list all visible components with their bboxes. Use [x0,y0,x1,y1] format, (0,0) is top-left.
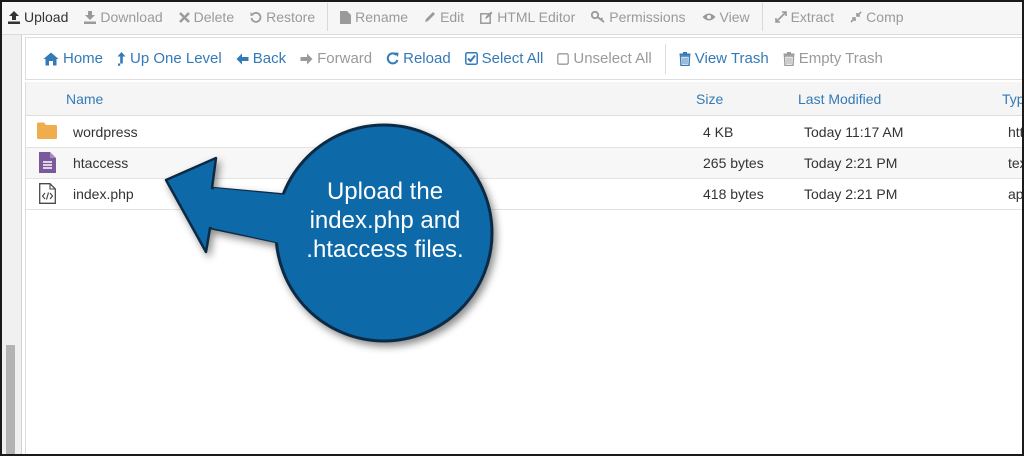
view-label: View [719,9,750,25]
html-editor-button[interactable]: HTML Editor [472,0,583,34]
table-header: Name Size Last Modified Typ [26,82,1024,116]
toolbar-divider [761,3,763,31]
unselect-all-button[interactable]: Unselect All [550,38,658,79]
home-icon [43,52,59,65]
eye-icon [702,13,715,21]
empty-trash-button[interactable]: Empty Trash [776,38,890,79]
table-row[interactable]: index.php 418 bytes Today 2:21 PM ap [26,179,1024,210]
compress-label: Comp [866,9,904,25]
extract-button[interactable]: Extract [767,0,843,34]
reload-button[interactable]: Reload [379,38,458,79]
file-manager-toolbar: Upload Download Delete Restore Rename Ed… [0,0,1024,35]
view-trash-label: View Trash [694,50,769,67]
nav-divider [664,43,666,74]
reload-label: Reload [403,50,451,67]
upload-icon [8,10,20,24]
download-icon [84,10,97,24]
home-label: Home [63,50,104,67]
scrollbar-thumb[interactable] [6,345,15,454]
refresh-icon [386,52,399,65]
file-type: htt [1008,124,1024,140]
file-type: ap [1008,186,1024,202]
file-modified: Today 11:17 AM [804,124,904,140]
empty-trash-label: Empty Trash [798,50,883,67]
arrow-right-icon [300,53,313,64]
file-size: 265 bytes [703,155,764,171]
callout-line-2: index.php and [309,207,461,234]
up-one-level-label: Up One Level [130,50,222,67]
file-size: 418 bytes [703,186,764,202]
column-header-type[interactable]: Typ [1002,91,1024,107]
pencil-icon [425,12,436,22]
edit-label: Edit [440,9,465,25]
html-editor-label: HTML Editor [497,9,576,25]
toolbar-divider [327,3,329,31]
download-label: Download [100,9,163,25]
permissions-label: Permissions [609,9,686,25]
file-type: tex [1008,155,1024,171]
trash-icon [783,51,795,66]
file-size: 4 KB [703,124,734,140]
restore-icon [250,12,262,23]
file-navigation-bar: Home Up One Level Back Forward Reload Se… [25,37,1024,80]
forward-label: Forward [317,50,373,67]
key-icon [591,11,605,23]
permissions-button[interactable]: Permissions [583,0,693,34]
view-button[interactable]: View [694,0,758,34]
restore-button[interactable]: Restore [242,0,323,34]
callout-line-1: Upload the [326,178,444,205]
compress-icon [850,11,862,23]
unselect-all-label: Unselect All [573,50,652,67]
delete-label: Delete [193,9,235,25]
level-up-icon [117,51,126,66]
file-modified: Today 2:21 PM [804,155,898,171]
callout-text: Upload the index.php and .htaccess files… [284,177,486,264]
file-name[interactable]: htaccess [73,155,128,171]
back-button[interactable]: Back [229,38,293,79]
checkbox-checked-icon [464,52,478,65]
code-file-icon [39,183,56,204]
folder-icon [37,122,57,139]
view-trash-button[interactable]: View Trash [672,38,776,79]
restore-label: Restore [266,9,316,25]
checkbox-empty-icon [557,52,570,65]
select-all-button[interactable]: Select All [458,38,551,79]
up-one-level-button[interactable]: Up One Level [110,38,229,79]
column-header-size[interactable]: Size [696,91,723,107]
arrow-left-icon [236,53,249,64]
edit-square-icon [480,11,493,24]
extract-label: Extract [790,9,835,25]
callout-line-3: .htaccess files. [306,236,464,263]
close-icon [178,11,190,23]
select-all-label: Select All [481,50,544,67]
trash-icon [679,51,691,66]
download-button[interactable]: Download [76,0,170,34]
home-button[interactable]: Home [36,38,110,79]
upload-button[interactable]: Upload [0,0,76,34]
compress-button[interactable]: Comp [842,0,911,34]
column-header-last-modified[interactable]: Last Modified [798,91,881,107]
file-modified: Today 2:21 PM [804,186,898,202]
file-name[interactable]: index.php [73,186,134,202]
rename-button[interactable]: Rename [332,0,416,34]
rename-label: Rename [355,9,409,25]
file-icon [340,10,352,24]
table-row[interactable]: htaccess 265 bytes Today 2:21 PM tex [26,148,1024,179]
file-list-table: Name Size Last Modified Typ wordpress 4 … [25,82,1024,456]
expand-icon [774,11,787,23]
table-row[interactable]: wordpress 4 KB Today 11:17 AM htt [26,117,1024,148]
column-header-name[interactable]: Name [66,91,103,107]
delete-button[interactable]: Delete [171,0,242,34]
edit-button[interactable]: Edit [416,0,472,34]
file-name[interactable]: wordpress [73,124,138,140]
text-file-icon [39,152,56,173]
upload-label: Upload [24,9,69,25]
forward-button[interactable]: Forward [293,38,379,79]
back-label: Back [252,50,287,67]
